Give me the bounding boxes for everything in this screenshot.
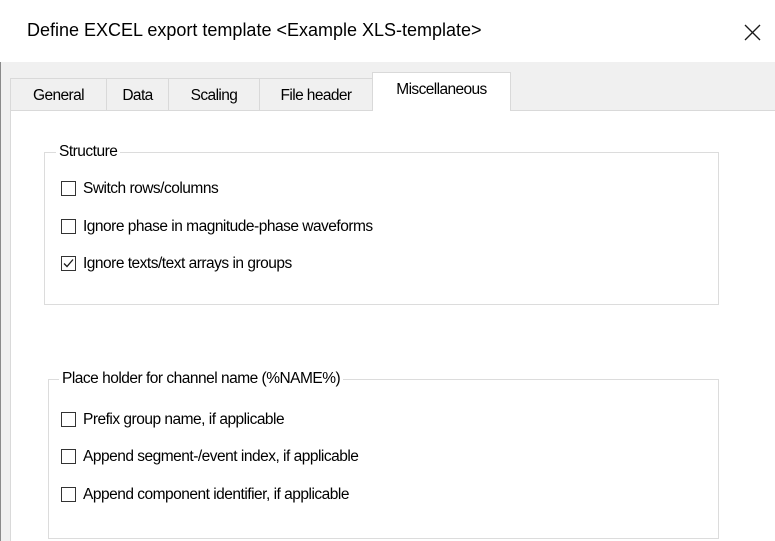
checkbox-label: Ignore phase in magnitude-phase waveform… (83, 218, 373, 235)
checkbox-box[interactable] (61, 219, 76, 234)
dialog-window: Define EXCEL export template <Example XL… (0, 0, 775, 541)
tab-file-header[interactable]: File header (259, 78, 373, 110)
window-title: Define EXCEL export template <Example XL… (27, 20, 482, 40)
tab-general[interactable]: General (10, 78, 107, 110)
tab-label: Data (122, 87, 153, 104)
checkbox-label: Ignore texts/text arrays in groups (83, 255, 292, 272)
checkbox-box[interactable] (61, 412, 76, 427)
checkbox-label: Append component identifier, if applicab… (83, 486, 349, 503)
tab-panel-miscellaneous: Structure Switch rows/columns Ignore pha… (10, 110, 775, 541)
tab-miscellaneous[interactable]: Miscellaneous (372, 72, 511, 111)
close-icon (744, 24, 761, 41)
tab-label: Scaling (190, 87, 238, 104)
title-bar: Define EXCEL export template <Example XL… (0, 0, 775, 62)
window-border (0, 62, 1, 541)
checkmark-icon (63, 259, 74, 268)
checkbox-label: Prefix group name, if applicable (83, 411, 285, 428)
checkbox-box[interactable] (61, 487, 76, 502)
tab-data[interactable]: Data (106, 78, 169, 110)
structure-group-label: Structure (56, 143, 121, 161)
checkbox-box[interactable] (61, 256, 76, 271)
checkbox-box[interactable] (61, 181, 76, 196)
checkbox-label: Switch rows/columns (83, 180, 219, 197)
tab-label: Miscellaneous (396, 81, 487, 98)
tab-label: File header (280, 87, 353, 104)
checkbox-label: Append segment-/event index, if applicab… (83, 448, 359, 465)
checkbox-box[interactable] (61, 449, 76, 464)
tab-scaling[interactable]: Scaling (168, 78, 260, 110)
close-button[interactable] (732, 12, 772, 52)
tab-label: General (33, 87, 85, 104)
placeholder-group-label: Place holder for channel name (%NAME%) (59, 370, 344, 388)
